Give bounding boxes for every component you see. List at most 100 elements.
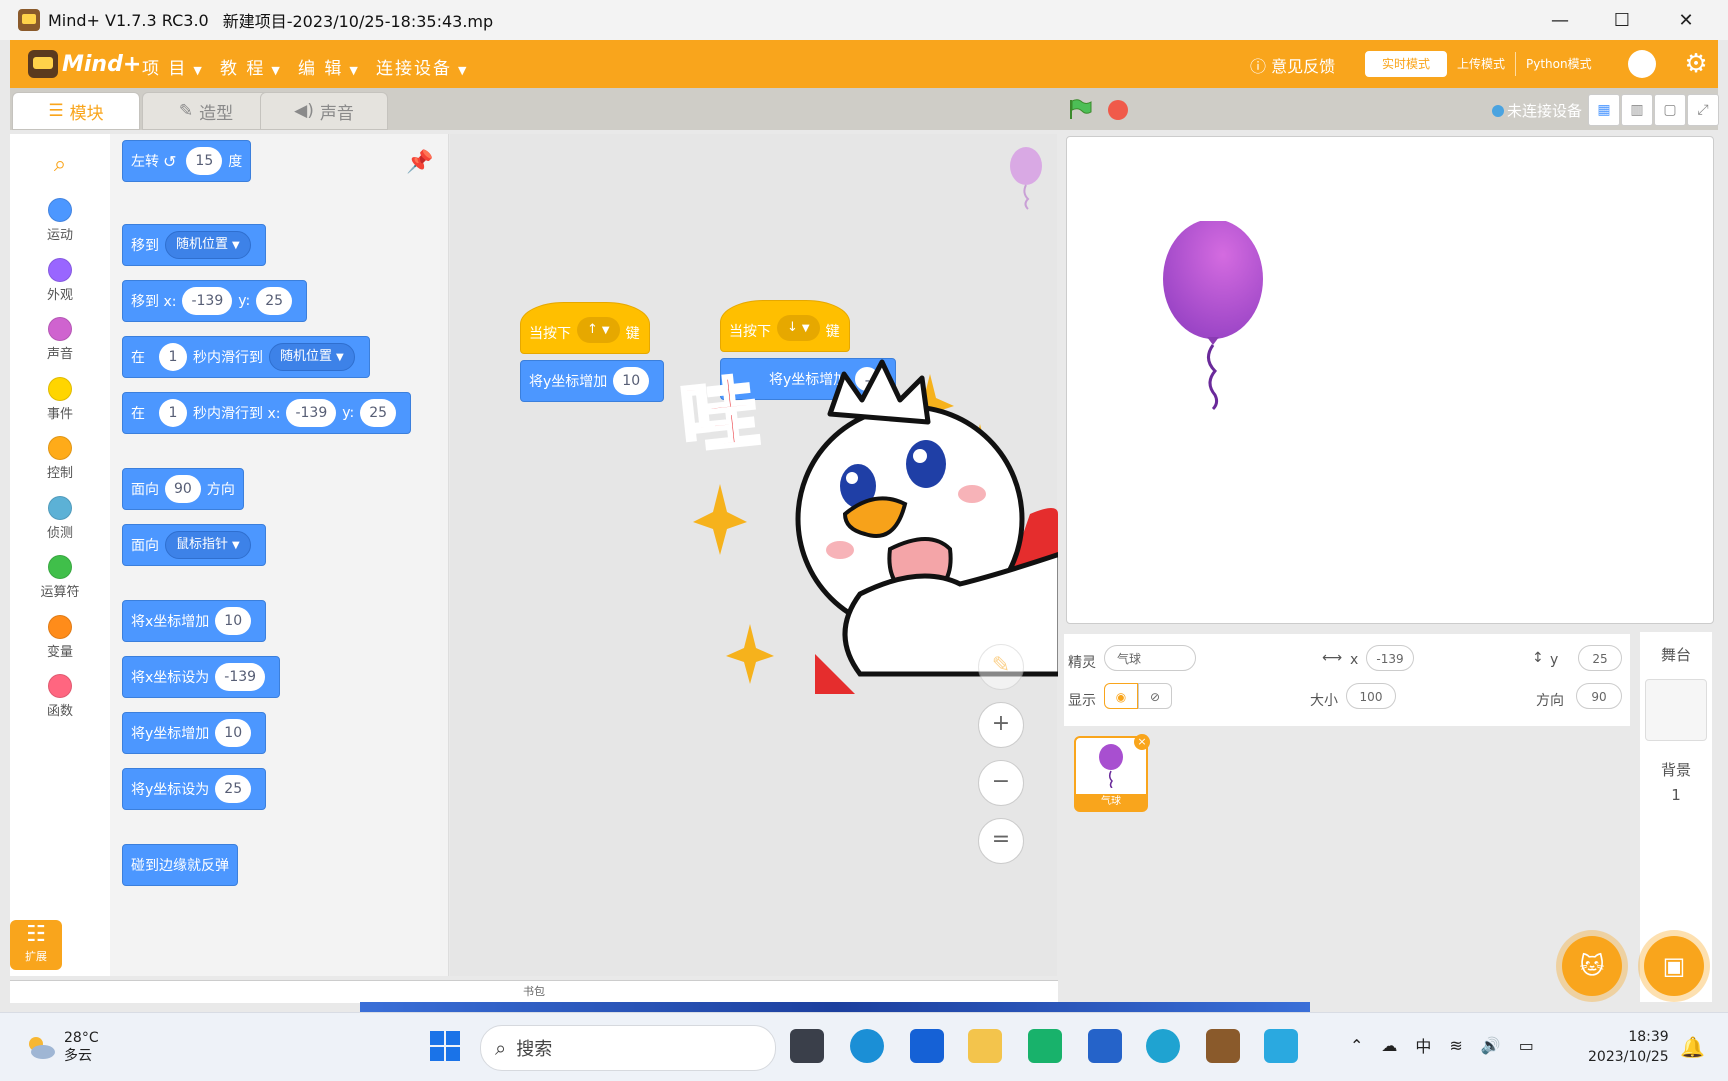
block-change-y[interactable]: 将y坐标增加 10 — [122, 712, 267, 754]
block-input[interactable]: 10 — [613, 367, 650, 395]
notification-bell-icon[interactable]: 🔔 — [1680, 1035, 1705, 1059]
block-input[interactable]: 10 — [215, 719, 252, 747]
fullscreen-button[interactable]: ⤢ — [1687, 94, 1719, 126]
block-change-x[interactable]: 将x坐标增加 10 — [122, 600, 267, 642]
block-dropdown[interactable]: 鼠标指针 ▼ — [165, 531, 251, 559]
x-position-input[interactable]: -139 — [1366, 645, 1414, 671]
layout-small-stage-button[interactable]: ▦ — [1588, 94, 1620, 126]
add-backdrop-button[interactable]: ▣ — [1644, 936, 1704, 996]
menu-project[interactable]: 项 目 ▼ — [142, 54, 204, 79]
volume-icon[interactable]: 🔊 — [1481, 1036, 1501, 1055]
block-change-y-script1[interactable]: 将y坐标增加 10 — [520, 360, 665, 402]
block-turn-left[interactable]: 左转 ↺ 15 度 — [122, 140, 252, 182]
block-input[interactable]: 25 — [256, 287, 293, 315]
block-glide-to-xy[interactable]: 在 1 秒内滑行到 x: -139 y: 25 — [122, 392, 412, 434]
menu-tutorial[interactable]: 教 程 ▼ — [220, 54, 282, 79]
category-5[interactable]: 侦测 — [10, 490, 110, 546]
menu-edit[interactable]: 编 辑 ▼ — [298, 54, 360, 79]
lenovo-app-icon[interactable] — [910, 1029, 944, 1063]
taskbar-clock[interactable]: 18:39 2023/10/25 — [1588, 1027, 1669, 1067]
category-1[interactable]: 外观 — [10, 252, 110, 308]
clean-up-button[interactable]: ✎ — [978, 644, 1024, 690]
script-area[interactable]: 当按下 ↑ ▼ 键 将y坐标增加 10 当按下 ↓ ▼ 键 将y坐标增加 - 哇 ✎ + − = — [450, 134, 1058, 976]
mail-app-icon[interactable] — [1028, 1029, 1062, 1063]
category-7[interactable]: 变量 — [10, 609, 110, 665]
sprite-name-input[interactable]: 气球 — [1104, 645, 1196, 671]
y-position-input[interactable]: 25 — [1578, 645, 1622, 671]
meeting-app-icon[interactable] — [1264, 1029, 1298, 1063]
feedback-link[interactable]: ⓘ 意见反馈 — [1250, 53, 1335, 77]
backpack-bar[interactable]: 书包 — [10, 980, 1058, 1003]
wifi-icon[interactable]: ≋ — [1449, 1036, 1462, 1055]
edge-browser-icon[interactable] — [1146, 1029, 1180, 1063]
add-sprite-button[interactable]: 🐱 — [1562, 936, 1622, 996]
zoom-reset-button[interactable]: = — [978, 818, 1024, 864]
key-dropdown[interactable]: ↑ ▼ — [577, 317, 620, 343]
pin-icon[interactable]: 📌 — [406, 150, 433, 175]
battery-icon[interactable]: ▭ — [1519, 1036, 1534, 1055]
block-dropdown[interactable]: 随机位置 ▼ — [165, 231, 251, 259]
microsoft-store-icon[interactable] — [1088, 1029, 1122, 1063]
zoom-out-button[interactable]: − — [978, 760, 1024, 806]
block-point-towards[interactable]: 面向 鼠标指针 ▼ — [122, 524, 266, 566]
green-flag-icon[interactable] — [1068, 98, 1092, 120]
delete-sprite-icon[interactable]: × — [1134, 734, 1150, 750]
block-input[interactable]: 25 — [215, 775, 252, 803]
block-set-x[interactable]: 将x坐标设为 -139 — [122, 656, 281, 698]
weather-widget[interactable]: 28°C 多云 — [24, 1029, 99, 1065]
block-input[interactable]: -139 — [286, 399, 337, 427]
search-icon[interactable]: ⌕ — [10, 134, 110, 194]
tab-sounds[interactable]: ◀) 声音 — [260, 92, 388, 130]
task-view-icon[interactable] — [790, 1029, 824, 1063]
minimize-button[interactable]: — — [1530, 0, 1590, 40]
block-bounce-on-edge[interactable]: 碰到边缘就反弹 — [122, 844, 238, 886]
stage-canvas[interactable] — [1066, 136, 1714, 624]
block-point-in-direction[interactable]: 面向 90 方向 — [122, 468, 244, 510]
menu-connect-device[interactable]: 连接设备 ▼ — [376, 54, 468, 79]
block-input[interactable]: 1 — [159, 343, 187, 371]
block-glide-to[interactable]: 在 1 秒内滑行到 随机位置 ▼ — [122, 336, 370, 378]
maximize-button[interactable]: ☐ — [1592, 0, 1652, 40]
connection-status[interactable]: 未连接设备 — [1492, 100, 1582, 121]
stage-thumbnail[interactable] — [1645, 679, 1707, 741]
block-input[interactable]: 15 — [186, 147, 223, 175]
gear-icon[interactable]: ⚙ — [1682, 50, 1710, 78]
block-input[interactable]: 1 — [159, 399, 187, 427]
mode-python[interactable]: Python模式 — [1515, 52, 1602, 76]
size-input[interactable]: 100 — [1346, 683, 1396, 709]
block-input[interactable]: 90 — [165, 475, 201, 503]
when-key-pressed-hat-down[interactable]: 当按下 ↓ ▼ 键 — [720, 300, 850, 352]
layout-large-stage-button[interactable]: ▢ — [1654, 94, 1686, 126]
zoom-in-button[interactable]: + — [978, 702, 1024, 748]
block-input[interactable]: 25 — [360, 399, 397, 427]
category-6[interactable]: 运算符 — [10, 549, 110, 605]
mode-realtime[interactable]: 实时模式 — [1365, 51, 1447, 77]
mode-upload[interactable]: 上传模式 — [1447, 52, 1515, 76]
tab-costumes[interactable]: ✎ 造型 — [142, 92, 270, 130]
onedrive-icon[interactable]: ☁ — [1381, 1036, 1397, 1055]
block-set-y[interactable]: 将y坐标设为 25 — [122, 768, 267, 810]
balloon-sprite[interactable] — [1161, 221, 1265, 411]
extension-button[interactable]: ☷ 扩展 — [10, 920, 62, 970]
tab-blocks[interactable]: ☰ 模块 — [12, 92, 140, 130]
block-dropdown[interactable]: 随机位置 ▼ — [269, 343, 355, 371]
when-key-pressed-hat-up[interactable]: 当按下 ↑ ▼ 键 — [520, 302, 650, 354]
direction-input[interactable]: 90 — [1576, 683, 1622, 709]
ime-indicator[interactable]: 中 — [1415, 1033, 1431, 1057]
show-hidden-button[interactable]: ⊘ — [1138, 683, 1172, 709]
sprite-card-balloon[interactable]: × 气球 — [1074, 734, 1150, 812]
close-button[interactable]: ✕ — [1656, 0, 1716, 40]
file-explorer-icon[interactable] — [968, 1029, 1002, 1063]
layout-medium-stage-button[interactable]: ▥ — [1621, 94, 1653, 126]
show-visible-button[interactable]: ◉ — [1104, 683, 1138, 709]
chevron-up-icon[interactable]: ⌃ — [1350, 1036, 1363, 1055]
taskbar-search-box[interactable]: ⌕ 搜索 — [480, 1025, 776, 1071]
mindplus-taskbar-icon[interactable] — [1206, 1029, 1240, 1063]
key-dropdown[interactable]: ↓ ▼ — [777, 315, 820, 341]
category-4[interactable]: 控制 — [10, 430, 110, 486]
block-go-to-xy[interactable]: 移到 x: -139 y: 25 — [122, 280, 308, 322]
stop-icon[interactable] — [1108, 100, 1128, 120]
block-input[interactable]: -139 — [182, 287, 233, 315]
category-3[interactable]: 事件 — [10, 371, 110, 427]
category-0[interactable]: 运动 — [10, 192, 110, 248]
